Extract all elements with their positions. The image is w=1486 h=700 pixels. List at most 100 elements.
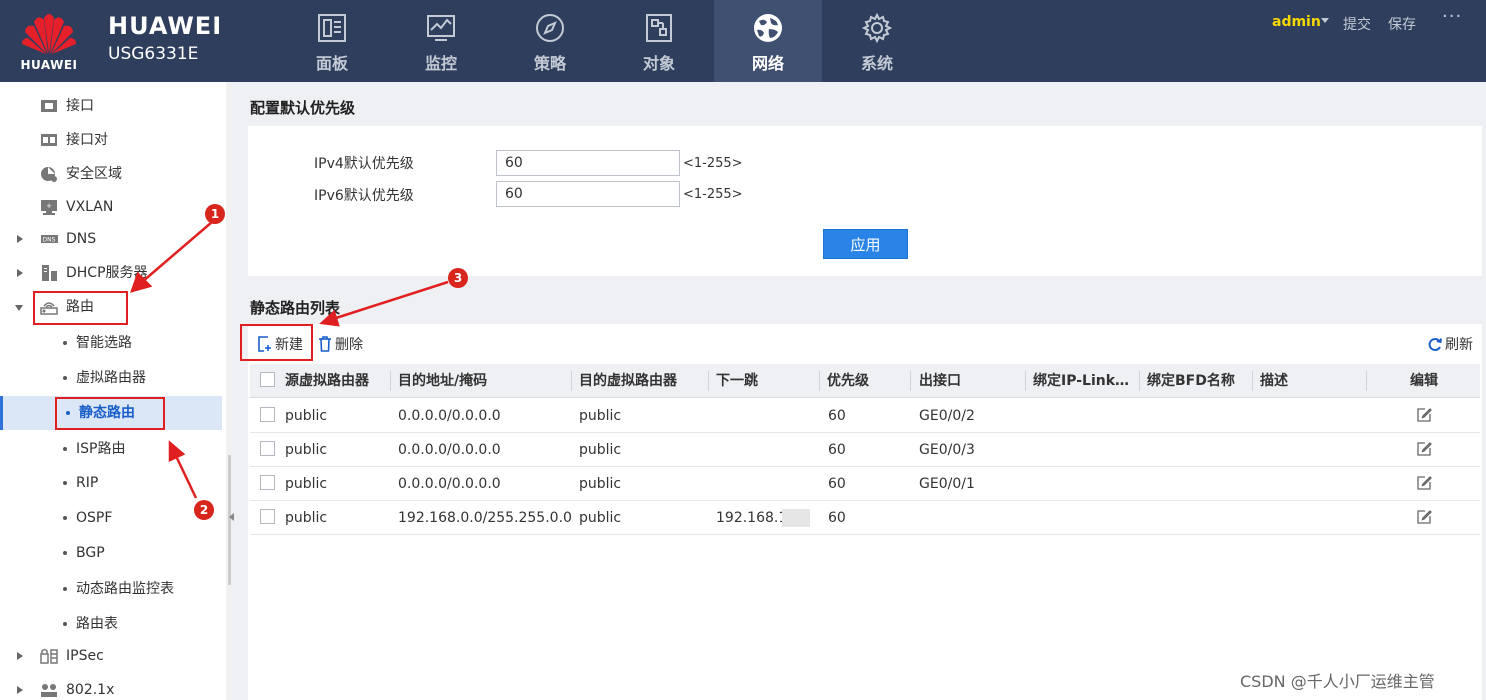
sidebar-item-route-table[interactable]: 路由表 — [0, 607, 222, 641]
sidebar-item-label: VXLAN — [66, 199, 114, 215]
row-checkbox[interactable] — [260, 441, 275, 456]
column-divider[interactable] — [571, 371, 572, 391]
route-table-header: 源虚拟路由器 目的地址/掩码 目的虚拟路由器 下一跳 优先级 出接口 绑定IP-… — [250, 364, 1480, 398]
sidebar-item-label: 路由表 — [76, 616, 118, 632]
dns-icon: DNS — [41, 235, 58, 244]
col-dest[interactable]: 目的地址/掩码 — [398, 364, 487, 398]
tab-label: 网络 — [751, 54, 784, 73]
expand-arrow-icon[interactable] — [17, 652, 23, 660]
col-src-vr[interactable]: 源虚拟路由器 — [285, 364, 369, 398]
column-divider[interactable] — [1025, 371, 1026, 391]
bullet-icon — [63, 622, 67, 626]
ipv6-range-hint: <1-255> — [683, 187, 743, 202]
tab-network[interactable]: 网络 — [714, 0, 822, 82]
highlight-routing — [33, 291, 128, 325]
logo-text: HUAWEI — [20, 58, 78, 72]
compass-icon — [536, 14, 564, 42]
sidebar-item-ipsec[interactable]: IPSec — [0, 639, 222, 673]
column-divider[interactable] — [708, 371, 709, 391]
col-ip-link[interactable]: 绑定IP-Link… — [1033, 364, 1133, 398]
select-all-checkbox[interactable] — [260, 372, 275, 387]
sidebar-item-security-zone[interactable]: 安全区域 — [0, 157, 222, 191]
save-link[interactable]: 保存 — [1388, 14, 1416, 34]
delete-route-button[interactable]: 删除 — [318, 335, 363, 355]
table-row[interactable]: public 0.0.0.0/0.0.0.0 public 60 GE0/0/3 — [250, 433, 1480, 467]
collapse-sidebar-icon[interactable] — [229, 513, 234, 521]
sidebar-item-rip[interactable]: RIP — [0, 466, 222, 500]
column-divider[interactable] — [910, 371, 911, 391]
sidebar-item-interface[interactable]: 接口 — [0, 89, 222, 123]
row-checkbox[interactable] — [260, 509, 275, 524]
bullet-icon — [63, 481, 67, 485]
sidebar-item-vxlan[interactable]: + VXLAN — [0, 190, 222, 224]
apply-button[interactable]: 应用 — [823, 229, 908, 259]
step-badge-3: 3 — [448, 268, 468, 288]
expand-arrow-icon[interactable] — [17, 235, 23, 243]
sidebar-splitter[interactable] — [226, 82, 232, 700]
ipv4-priority-input[interactable] — [496, 150, 680, 176]
tab-system[interactable]: 系统 — [823, 0, 931, 82]
cell-out-if: GE0/0/1 — [919, 476, 975, 492]
table-row[interactable]: public 0.0.0.0/0.0.0.0 public 60 GE0/0/1 — [250, 467, 1480, 501]
sidebar-item-isp-route[interactable]: ISP路由 — [0, 432, 222, 466]
sidebar-item-dhcp-server[interactable]: DHCP服务器 — [0, 256, 222, 290]
sidebar-item-interface-pair[interactable]: 接口对 — [0, 123, 222, 157]
column-divider[interactable] — [1366, 371, 1367, 391]
col-next-hop[interactable]: 下一跳 — [716, 364, 758, 398]
col-description[interactable]: 描述 — [1260, 364, 1288, 398]
row-checkbox[interactable] — [260, 407, 275, 422]
tab-monitor[interactable]: 监控 — [387, 0, 495, 82]
sidebar-item-label: OSPF — [76, 510, 113, 526]
chevron-down-icon[interactable] — [1321, 18, 1329, 23]
column-divider[interactable] — [1252, 371, 1253, 391]
tab-object[interactable]: 对象 — [605, 0, 713, 82]
user-menu[interactable]: admin — [1272, 14, 1321, 30]
priority-section-title: 配置默认优先级 — [250, 99, 356, 117]
sidebar-item-802-1x[interactable]: 802.1x — [0, 673, 222, 700]
edit-icon[interactable] — [1416, 441, 1432, 457]
trash-icon — [319, 336, 331, 352]
tab-label: 面板 — [315, 54, 348, 73]
submit-link[interactable]: 提交 — [1343, 14, 1371, 34]
collapse-arrow-icon[interactable] — [15, 305, 23, 311]
col-priority[interactable]: 优先级 — [827, 364, 869, 398]
tab-dashboard[interactable]: 面板 — [278, 0, 386, 82]
row-checkbox[interactable] — [260, 475, 275, 490]
table-row[interactable]: public 192.168.0.0/255.255.0.0 public 19… — [250, 501, 1480, 535]
sidebar-item-label: 接口对 — [66, 132, 108, 148]
delete-route-label: 删除 — [335, 337, 363, 353]
cell-src-vr: public — [285, 442, 328, 458]
ipv6-priority-label: IPv6默认优先级 — [314, 188, 414, 204]
column-divider[interactable] — [390, 371, 391, 391]
bullet-icon — [63, 447, 67, 451]
edit-icon[interactable] — [1416, 407, 1432, 423]
tab-policy[interactable]: 策略 — [496, 0, 604, 82]
column-divider[interactable] — [1139, 371, 1140, 391]
sidebar-item-label: BGP — [76, 545, 105, 561]
expand-arrow-icon[interactable] — [17, 686, 23, 694]
sidebar-item-label: DNS — [66, 231, 97, 247]
col-bfd[interactable]: 绑定BFD名称 — [1147, 364, 1235, 398]
refresh-button[interactable]: 刷新 — [1428, 335, 1473, 355]
sidebar-item-bgp[interactable]: BGP — [0, 536, 222, 570]
highlight-static-route — [55, 397, 165, 430]
object-icon — [646, 14, 672, 42]
ipv6-priority-input[interactable] — [496, 181, 680, 207]
column-divider[interactable] — [819, 371, 820, 391]
more-icon[interactable]: ··· — [1442, 6, 1462, 27]
security-zone-icon — [41, 167, 57, 182]
edit-icon[interactable] — [1416, 509, 1432, 525]
sidebar-item-dns[interactable]: DNS DNS — [0, 222, 222, 256]
huawei-flower-icon — [22, 14, 76, 54]
sidebar-item-dynamic-route-monitor[interactable]: 动态路由监控表 — [0, 572, 222, 606]
col-out-if[interactable]: 出接口 — [919, 364, 961, 398]
sidebar-item-smart-routing[interactable]: 智能选路 — [0, 326, 222, 360]
sidebar-item-virtual-router[interactable]: 虚拟路由器 — [0, 361, 222, 395]
cell-dest: 192.168.0.0/255.255.0.0 — [398, 510, 572, 526]
table-row[interactable]: public 0.0.0.0/0.0.0.0 public 60 GE0/0/2 — [250, 399, 1480, 433]
col-dest-vr[interactable]: 目的虚拟路由器 — [579, 364, 677, 398]
sidebar-item-ospf[interactable]: OSPF — [0, 501, 222, 535]
tab-label: 对象 — [642, 54, 675, 73]
expand-arrow-icon[interactable] — [17, 269, 23, 277]
edit-icon[interactable] — [1416, 475, 1432, 491]
